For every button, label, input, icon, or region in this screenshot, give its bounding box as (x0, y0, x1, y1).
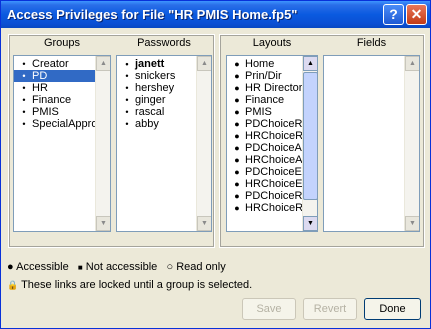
layouts-scrollbar[interactable]: ▲ ▼ (302, 56, 317, 231)
fields-scrollbar[interactable]: ▲ ▼ (404, 56, 419, 231)
layout-item-label: HRChoiceAs (245, 154, 308, 166)
bullet-icon: • (22, 59, 26, 69)
layout-item-label: HRChoiceEx (245, 178, 308, 190)
layout-item-label: PDChoiceRe (245, 190, 309, 202)
scroll-down-icon[interactable]: ▼ (197, 216, 211, 231)
layout-item-label: HR Director (245, 82, 303, 94)
bullet-icon: ● (234, 191, 240, 201)
read-only-bullet-icon: ○ (166, 261, 174, 273)
legend-accessible: Accessible (16, 261, 69, 273)
close-icon: ✕ (410, 6, 423, 22)
window-title: Access Privileges for File "HR PMIS Home… (7, 7, 298, 22)
password-item-label: hershey (135, 82, 175, 94)
bullet-icon: • (125, 59, 129, 69)
bullet-icon: ● (234, 155, 240, 165)
help-icon: ? (389, 6, 398, 22)
help-button[interactable]: ? (383, 4, 404, 25)
passwords-scrollbar[interactable]: ▲ ▼ (196, 56, 211, 231)
scroll-down-icon[interactable]: ▼ (303, 216, 317, 231)
revert-button[interactable]: Revert (303, 298, 357, 320)
scroll-down-icon[interactable]: ▼ (405, 216, 419, 231)
bullet-icon: ● (234, 83, 240, 93)
password-item-label: snickers (135, 70, 176, 82)
groups-scrollbar[interactable]: ▲ ▼ (95, 56, 110, 231)
scroll-thumb[interactable] (303, 72, 317, 200)
layout-item-label: Prin/Dir (245, 70, 282, 82)
legend-read-only: Read only (176, 261, 226, 273)
password-item-label: janett (135, 58, 165, 70)
bullet-icon: • (125, 83, 129, 93)
bullet-icon: ● (234, 71, 240, 81)
bullet-icon: • (22, 83, 26, 93)
password-item-label: rascal (135, 106, 165, 118)
group-item-label: Finance (32, 94, 72, 106)
group-item-label: HR (32, 82, 48, 94)
layout-item-label: PDChoiceAs (245, 142, 308, 154)
group-item-label: SpecialAppro (32, 118, 98, 130)
layouts-header: Layouts (252, 37, 292, 49)
password-item-label: ginger (135, 94, 166, 106)
layout-item-label: HRChoiceRe (245, 130, 310, 142)
fields-header: Fields (356, 37, 387, 49)
layout-item-label: PMIS (245, 106, 272, 118)
bullet-icon: ● (234, 107, 240, 117)
bullet-icon: ● (234, 167, 240, 177)
legend: ● Accessible ■ Not accessible ○ Read onl… (7, 261, 226, 273)
bullet-icon: ● (234, 131, 240, 141)
layout-item-label: Home (245, 58, 275, 70)
bullet-icon: ● (234, 203, 240, 213)
scroll-up-icon[interactable]: ▲ (96, 56, 110, 71)
passwords-header: Passwords (137, 37, 191, 49)
legend-not-accessible: Not accessible (85, 261, 158, 273)
password-item-label: abby (135, 118, 159, 130)
lock-icon: 🔒 (7, 280, 19, 290)
groups-header: Groups (43, 37, 81, 49)
not-accessible-bullet-icon: ■ (77, 263, 83, 272)
done-button[interactable]: Done (364, 298, 421, 320)
bullet-icon: • (22, 119, 26, 129)
bullet-icon: • (125, 119, 129, 129)
fields-list[interactable]: ▲ ▼ (323, 55, 420, 232)
layout-item-label: PDChoiceRe (245, 118, 309, 130)
layout-item-label: PDChoiceEx (245, 166, 308, 178)
bullet-icon: ● (234, 143, 240, 153)
bullet-icon: • (22, 107, 26, 117)
access-privileges-dialog: Access Privileges for File "HR PMIS Home… (0, 0, 431, 329)
scroll-up-icon[interactable]: ▲ (405, 56, 419, 71)
save-button[interactable]: Save (242, 298, 296, 320)
layouts-list[interactable]: ● Home ● Prin/Dir ● HR Director ● Finance ● PMIS ●… (226, 55, 318, 232)
layout-item-label: HRChoiceRe (245, 202, 310, 214)
layout-item-label: Finance (245, 94, 285, 106)
scroll-up-icon[interactable]: ▲ (303, 56, 317, 71)
bullet-icon: ● (234, 179, 240, 189)
lock-note-text: These links are locked until a group is … (21, 279, 253, 291)
scroll-up-icon[interactable]: ▲ (197, 56, 211, 71)
bullet-icon: ● (234, 95, 240, 105)
group-item-label: PMIS (32, 106, 59, 118)
title-bar: Access Privileges for File "HR PMIS Home… (1, 1, 430, 28)
lock-note: 🔒 These links are locked until a group i… (7, 279, 252, 291)
bullet-icon: • (22, 71, 26, 81)
bullet-icon: • (125, 71, 129, 81)
groups-list[interactable]: • Creator • PD • HR • Finance • PMIS • SpecialAppro… (13, 55, 111, 232)
close-button[interactable]: ✕ (406, 4, 427, 25)
passwords-list[interactable]: • janett • snickers • hershey • ginger • rascal • a… (116, 55, 212, 232)
bullet-icon: • (125, 95, 129, 105)
accessible-bullet-icon: ● (7, 261, 14, 273)
group-item-label: PD (32, 70, 48, 82)
group-item-label: Creator (32, 58, 69, 70)
bullet-icon: • (125, 107, 129, 117)
scroll-down-icon[interactable]: ▼ (96, 216, 110, 231)
bullet-icon: ● (234, 119, 240, 129)
bullet-icon: • (22, 95, 26, 105)
bullet-icon: ● (234, 59, 240, 69)
